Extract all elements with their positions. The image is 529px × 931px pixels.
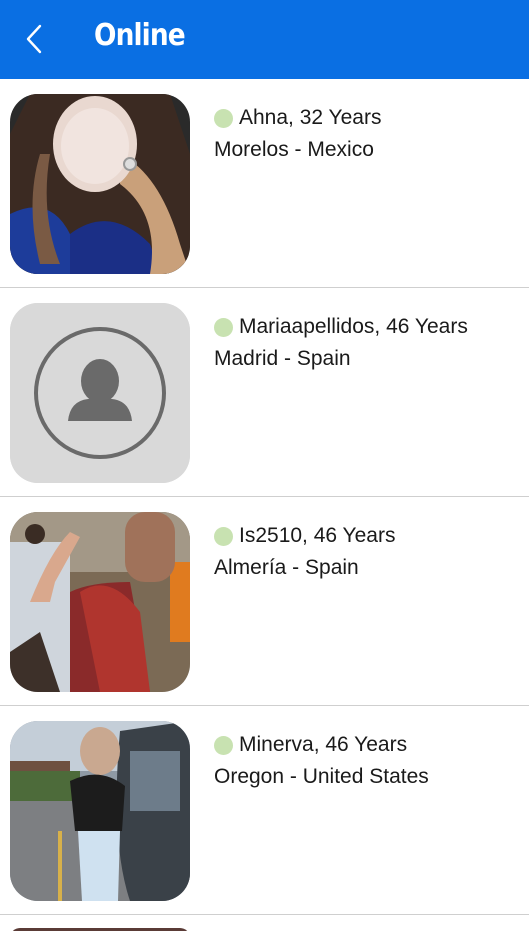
user-photo[interactable] — [10, 721, 190, 901]
online-status-dot — [214, 735, 233, 755]
back-button[interactable] — [18, 22, 50, 56]
user-photo[interactable] — [10, 94, 190, 274]
user-location: Oregon - United States — [214, 765, 429, 788]
user-name-age: Minerva, 46 Years — [239, 733, 408, 756]
user-name-age: Ahna, 32 Years — [239, 106, 382, 129]
page-title: Online — [94, 18, 186, 53]
default-avatar-icon[interactable] — [10, 303, 190, 483]
chevron-left-icon — [26, 24, 42, 54]
user-list-item[interactable]: Is2510, 46 Years Almería - Spain — [0, 497, 529, 706]
user-list-item[interactable]: Minerva, 46 Years Oregon - United States — [0, 706, 529, 915]
profile-photo-image — [10, 721, 190, 901]
profile-photo-image — [10, 94, 190, 274]
user-location: Morelos - Mexico — [214, 138, 374, 161]
user-name-age: Is2510, 46 Years — [239, 524, 396, 547]
user-list-item[interactable]: Ahna, 32 Years Morelos - Mexico — [0, 79, 529, 288]
user-location: Madrid - Spain — [214, 347, 351, 370]
online-status-dot — [214, 317, 233, 337]
user-name-age: Mariaapellidos, 46 Years — [239, 315, 468, 338]
online-user-list: Ahna, 32 Years Morelos - Mexico Mariaape… — [0, 79, 529, 915]
user-list-item[interactable]: Mariaapellidos, 46 Years Madrid - Spain — [0, 288, 529, 497]
online-status-dot — [214, 108, 233, 128]
app-header: Online — [0, 0, 529, 79]
user-photo[interactable] — [10, 512, 190, 692]
profile-photo-image — [10, 512, 190, 692]
online-status-dot — [214, 526, 233, 546]
default-avatar-icon-image — [10, 303, 190, 483]
user-location: Almería - Spain — [214, 556, 359, 579]
